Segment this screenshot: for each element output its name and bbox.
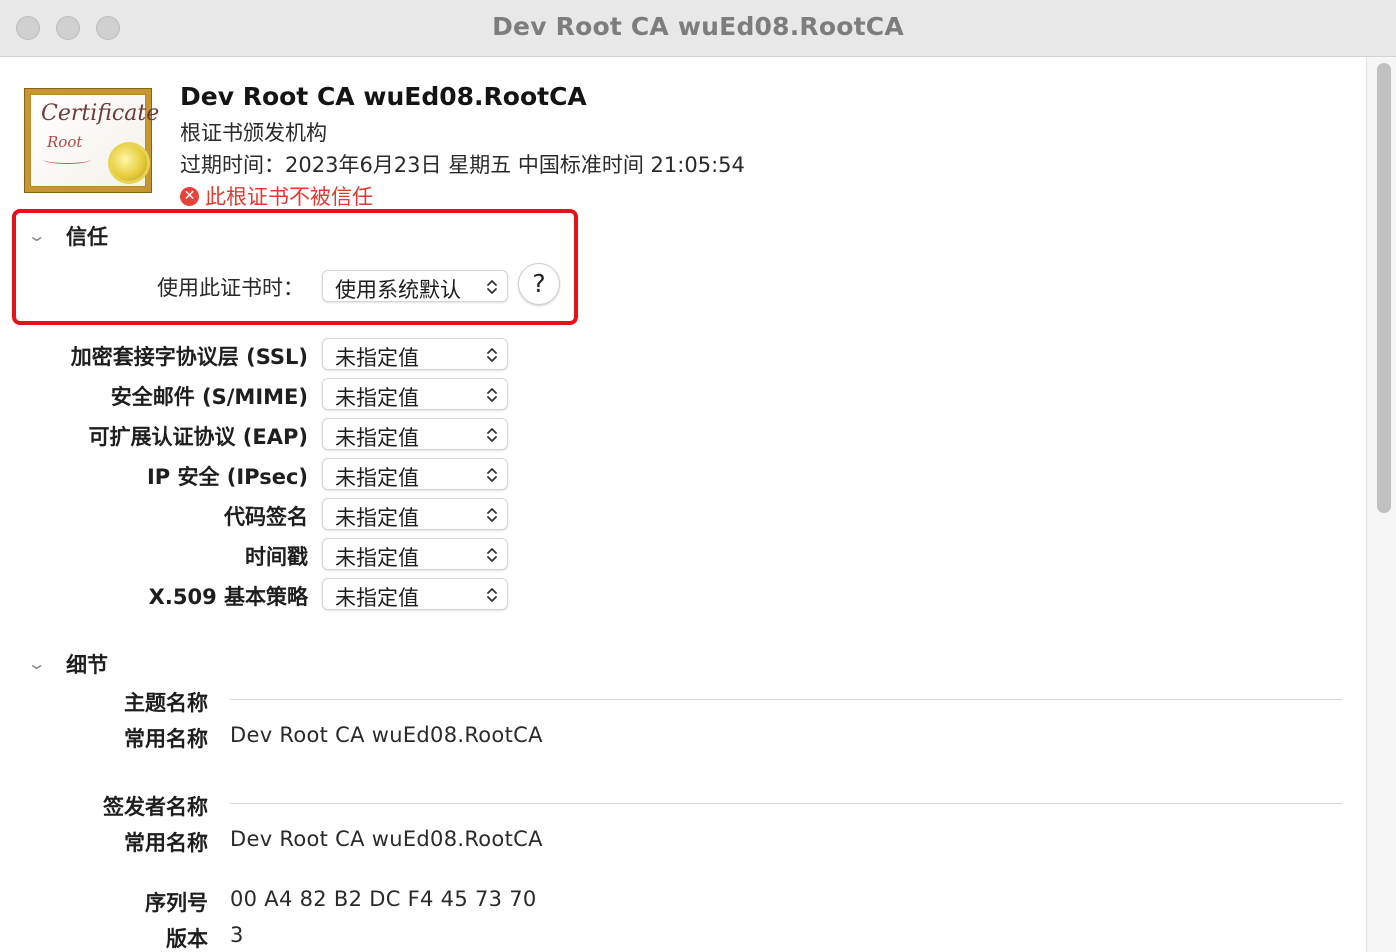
updown-arrows-icon <box>487 548 497 562</box>
policy-popup-eap[interactable]: 未指定值 <box>322 418 508 450</box>
certificate-icon-flourish <box>43 155 91 164</box>
policy-label-smime: 安全邮件 (S/MIME) <box>110 385 308 409</box>
updown-arrows-icon <box>487 348 497 362</box>
certificate-icon: Certificate Root <box>24 88 159 193</box>
policy-popup-smime[interactable]: 未指定值 <box>322 378 508 410</box>
subject-common-name-value: Dev Root CA wuEd08.RootCA <box>230 723 543 747</box>
chevron-down-icon[interactable]: ⌄ <box>27 226 47 245</box>
policy-label-ipsec: IP 安全 (IPsec) <box>146 465 308 489</box>
window-title: Dev Root CA wuEd08.RootCA <box>492 12 904 41</box>
policy-popup-x509[interactable]: 未指定值 <box>322 578 508 610</box>
policy-popup-ssl[interactable]: 未指定值 <box>322 338 508 370</box>
certificate-seal-icon <box>111 145 147 181</box>
serial-number-label: 序列号 <box>145 891 208 915</box>
trust-warning: ✕ 此根证书不被信任 <box>180 181 373 211</box>
policy-label-eap: 可扩展认证协议 (EAP) <box>88 425 309 449</box>
policy-popup-code-signing[interactable]: 未指定值 <box>322 498 508 530</box>
updown-arrows-icon <box>487 508 497 522</box>
policy-value: 未指定值 <box>335 466 419 490</box>
policy-value: 未指定值 <box>335 546 419 570</box>
certificate-expiry: 过期时间：2023年6月23日 星期五 中国标准时间 21:05:54 <box>180 153 745 177</box>
when-using-label: 使用此证书时： <box>157 276 304 300</box>
policy-label-timestamping: 时间戳 <box>245 545 308 569</box>
trust-section-title[interactable]: 信任 <box>66 221 108 251</box>
updown-arrows-icon <box>487 468 497 482</box>
policy-value: 未指定值 <box>335 426 419 450</box>
error-x-icon: ✕ <box>180 186 199 206</box>
issuer-common-name-value: Dev Root CA wuEd08.RootCA <box>230 827 543 851</box>
divider <box>230 699 1342 700</box>
policy-label-ssl: 加密套接字协议层 (SSL) <box>70 345 308 369</box>
policy-popup-ipsec[interactable]: 未指定值 <box>322 458 508 490</box>
trust-warning-text: 此根证书不被信任 <box>205 185 373 209</box>
policy-value: 未指定值 <box>335 506 419 530</box>
help-button[interactable]: ? <box>518 263 560 305</box>
policy-value: 未指定值 <box>335 346 419 370</box>
certificate-icon-subtext: Root <box>47 133 83 151</box>
policy-label-code-signing: 代码签名 <box>224 505 308 529</box>
certificate-name: Dev Root CA wuEd08.RootCA <box>180 82 587 111</box>
version-label: 版本 <box>166 927 208 951</box>
title-bar: Dev Root CA wuEd08.RootCA <box>0 0 1396 57</box>
policy-label-x509: X.509 基本策略 <box>148 585 308 609</box>
certificate-window: Dev Root CA wuEd08.RootCA Certificate Ro… <box>0 0 1396 952</box>
when-using-value: 使用系统默认 <box>335 278 461 302</box>
subject-common-name-label: 常用名称 <box>124 727 208 751</box>
updown-arrows-icon <box>487 388 497 402</box>
certificate-kind: 根证书颁发机构 <box>180 121 327 145</box>
updown-arrows-icon <box>487 588 497 602</box>
policy-popup-timestamping[interactable]: 未指定值 <box>322 538 508 570</box>
details-section-title[interactable]: 细节 <box>66 649 108 679</box>
version-value: 3 <box>230 923 244 947</box>
divider <box>230 803 1342 804</box>
issuer-common-name-label: 常用名称 <box>124 831 208 855</box>
policy-value: 未指定值 <box>335 586 419 610</box>
when-using-popup[interactable]: 使用系统默认 <box>322 270 508 302</box>
chevron-down-icon[interactable]: ⌄ <box>27 654 47 673</box>
updown-arrows-icon <box>487 428 497 442</box>
certificate-icon-paper: Certificate Root <box>30 94 159 187</box>
updown-arrows-icon <box>487 280 497 294</box>
subject-name-heading: 主题名称 <box>124 691 208 715</box>
issuer-name-heading: 签发者名称 <box>103 795 208 819</box>
policy-value: 未指定值 <box>335 386 419 410</box>
serial-number-value: 00 A4 82 B2 DC F4 45 73 70 <box>230 887 537 911</box>
certificate-icon-text: Certificate <box>41 101 160 126</box>
scrollbar-thumb[interactable] <box>1377 63 1391 513</box>
